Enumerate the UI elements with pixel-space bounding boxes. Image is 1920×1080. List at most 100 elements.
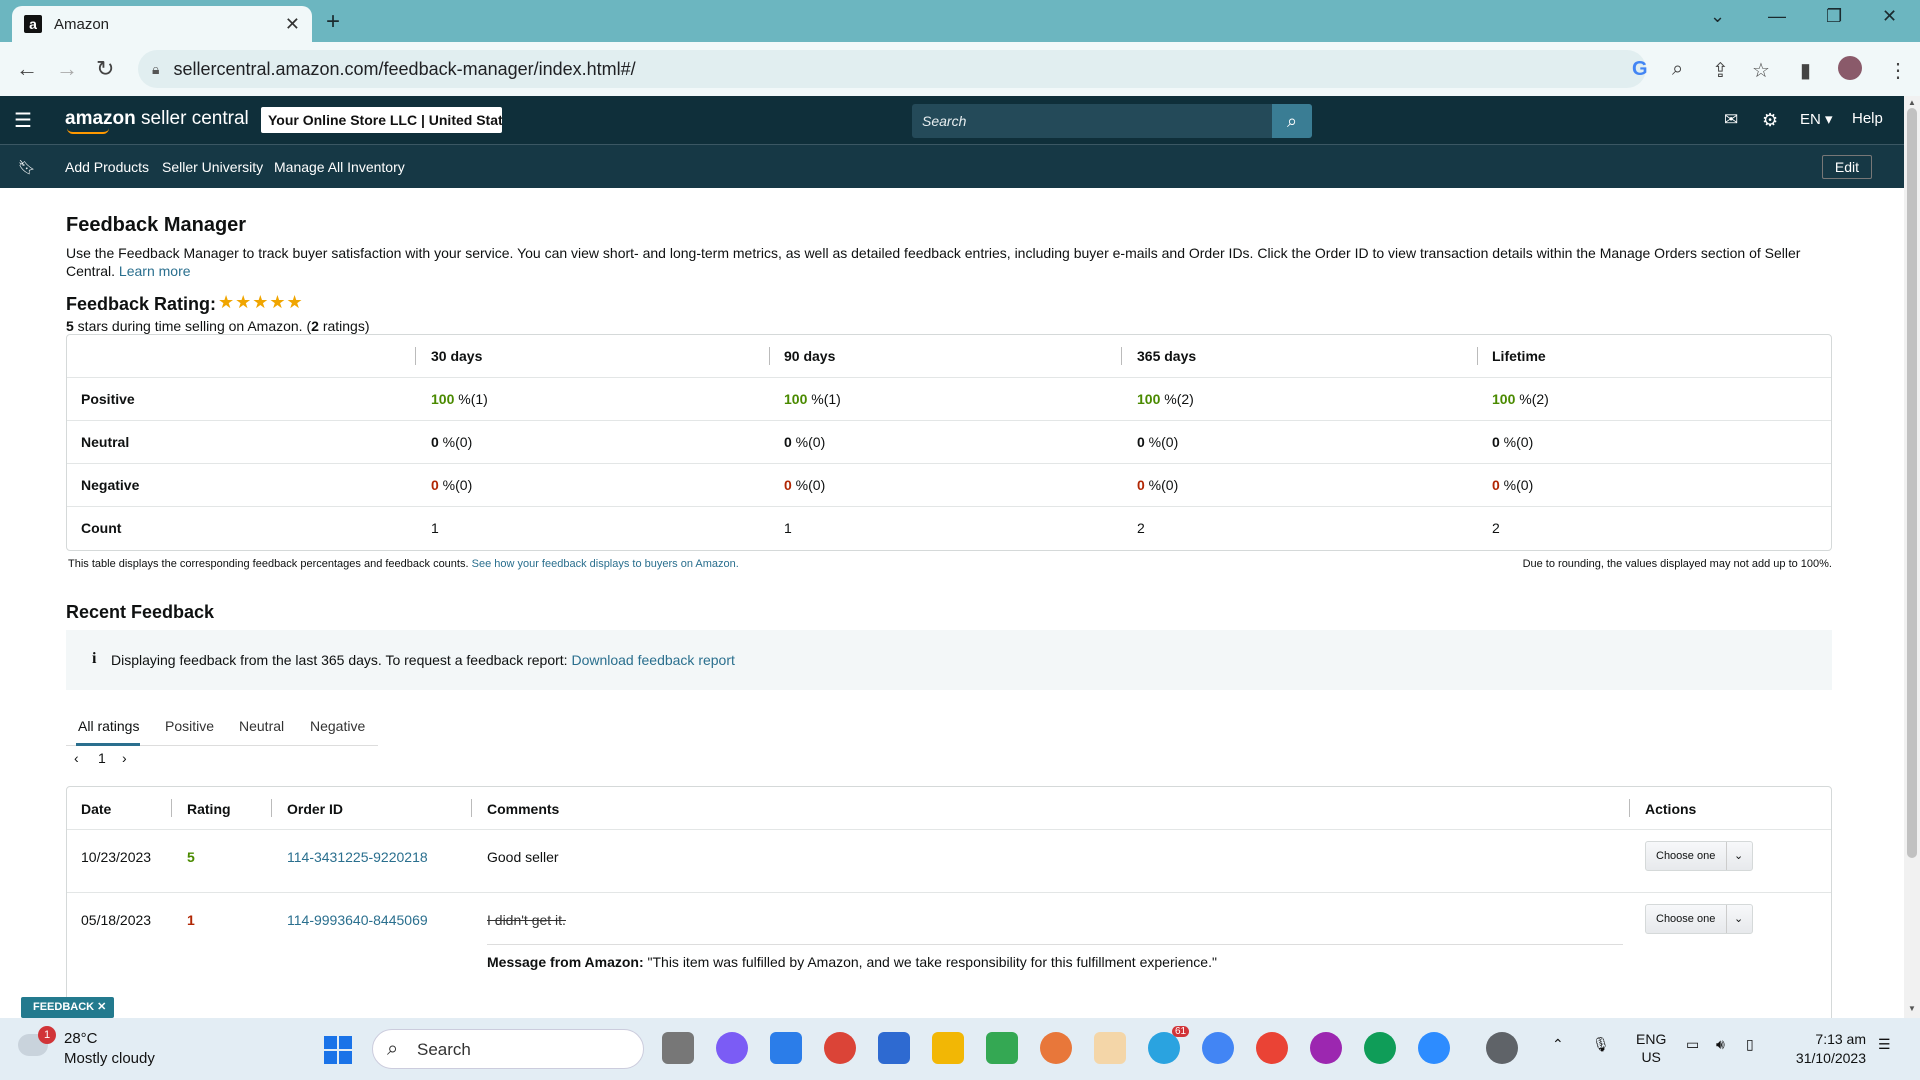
meet-icon[interactable]	[986, 1032, 1018, 1064]
search-input[interactable]	[912, 104, 1272, 138]
zoom-icon[interactable]: ⌕	[1672, 58, 1683, 81]
share-icon[interactable]: ⇪	[1712, 58, 1729, 83]
messenger-icon[interactable]	[716, 1032, 748, 1064]
address-bar[interactable]: 🔒︎ sellercentral.amazon.com/feedback-man…	[138, 50, 1646, 88]
action-dropdown[interactable]: Choose one ⌄	[1645, 904, 1753, 934]
tab-all-ratings[interactable]: All ratings	[78, 718, 139, 734]
browser-menu-icon[interactable]: ⋮	[1888, 58, 1908, 83]
chevron-down-icon: ⌄	[1734, 850, 1744, 862]
taskbar-search[interactable]: ⌕ Search	[372, 1029, 644, 1069]
next-page-icon[interactable]: ›	[122, 750, 127, 766]
metrics-header-row: 30 days 90 days 365 days Lifetime	[67, 335, 1831, 378]
action-dropdown[interactable]: Choose one ⌄	[1645, 841, 1753, 871]
page-scrollbar[interactable]: ▲ ▼	[1904, 96, 1920, 1018]
chrome-profile-icon[interactable]	[1310, 1032, 1342, 1064]
bookmark-star-icon[interactable]: ☆	[1752, 58, 1770, 83]
windows-start-icon[interactable]	[324, 1036, 352, 1064]
nav-add-products[interactable]: Add Products	[65, 159, 149, 175]
file-explorer-icon[interactable]	[932, 1032, 964, 1064]
minimize-icon[interactable]: —	[1768, 6, 1786, 27]
amazon-smile-icon	[67, 128, 109, 134]
network-icon[interactable]: ▭	[1686, 1036, 1699, 1053]
profile-avatar[interactable]	[1838, 56, 1862, 80]
hamburger-menu-icon[interactable]: ☰	[14, 108, 32, 133]
search-icon[interactable]: ⌕	[1272, 104, 1312, 138]
nav-seller-university[interactable]: Seller University	[162, 159, 263, 175]
feedback-tag-button[interactable]: FEEDBACK ✕	[21, 997, 114, 1018]
amazon-message: Message from Amazon: "This item was fulf…	[487, 954, 1217, 970]
gear-icon[interactable]: ⚙	[1762, 110, 1778, 131]
task-view-icon[interactable]	[662, 1032, 694, 1064]
google-icon[interactable]: G	[1632, 58, 1648, 81]
chrome-profile-icon[interactable]	[1364, 1032, 1396, 1064]
restore-icon[interactable]: ❐	[1826, 6, 1842, 27]
chrome-profile-icon[interactable]	[1040, 1032, 1072, 1064]
chrome-profile-icon[interactable]	[1256, 1032, 1288, 1064]
shortcut-nav: 🔖︎ Add Products Seller University Manage…	[0, 144, 1904, 188]
col-lifetime: Lifetime	[1492, 348, 1546, 364]
close-tab-icon[interactable]: ✕	[285, 14, 300, 35]
app-icon[interactable]	[1094, 1032, 1126, 1064]
learn-more-link[interactable]: Learn more	[119, 263, 191, 279]
seller-central-logo[interactable]: amazon seller central	[65, 108, 249, 134]
clock[interactable]: 7:13 am 31/10/2023	[1786, 1030, 1866, 1068]
lock-icon: 🔒︎	[152, 60, 160, 77]
feedback-rating-label: Feedback Rating:	[66, 294, 217, 314]
language-indicator[interactable]: ENG US	[1636, 1030, 1666, 1066]
microphone-icon[interactable]: 🎙︎	[1592, 1036, 1610, 1053]
struck-comment: I didn't get it.	[487, 912, 566, 928]
order-id-link[interactable]: 114-3431225-9220218	[287, 849, 428, 865]
back-icon[interactable]: ←	[16, 56, 38, 82]
amazon-favicon-icon: a	[24, 15, 42, 33]
volume-icon[interactable]: 🔊︎	[1716, 1036, 1725, 1053]
new-tab-icon[interactable]: +	[326, 8, 340, 36]
feedback-header-row: Date Rating Order ID Comments Actions	[67, 787, 1831, 830]
battery-icon[interactable]: ▯	[1746, 1036, 1754, 1053]
metrics-row-neutral: Neutral 0 %(0) 0 %(0) 0 %(0) 0 %(0)	[67, 421, 1831, 464]
tab-positive[interactable]: Positive	[165, 718, 214, 734]
taskbar: 1 28°C Mostly cloudy ⌕ Search 61 ⌃ 🎙︎ EN…	[0, 1018, 1920, 1080]
prev-page-icon[interactable]: ‹	[74, 750, 79, 766]
language-selector[interactable]: EN ▾	[1800, 110, 1833, 128]
forward-icon[interactable]: →	[56, 56, 78, 82]
chrome-profile-icon[interactable]	[1486, 1032, 1518, 1064]
tab-neutral[interactable]: Neutral	[239, 718, 284, 734]
notifications-icon[interactable]: ☰	[1878, 1036, 1891, 1053]
download-report-link[interactable]: Download feedback report	[571, 652, 734, 668]
current-page[interactable]: 1	[98, 750, 106, 766]
help-link[interactable]: Help	[1852, 110, 1883, 127]
scroll-thumb[interactable]	[1907, 108, 1917, 858]
side-panel-icon[interactable]: ▮	[1800, 58, 1811, 83]
zoom-icon[interactable]	[1418, 1032, 1450, 1064]
bookmark-icon[interactable]: 🔖︎	[18, 159, 36, 176]
rounding-note: Due to rounding, the values displayed ma…	[1522, 558, 1832, 570]
tab-search-icon[interactable]: ⌄	[1710, 6, 1725, 27]
mail-app-icon[interactable]	[770, 1032, 802, 1064]
nav-manage-inventory[interactable]: Manage All Inventory	[274, 159, 405, 175]
reload-icon[interactable]: ↻	[96, 56, 114, 82]
metrics-row-negative: Negative 0 %(0) 0 %(0) 0 %(0) 0 %(0)	[67, 464, 1831, 507]
scroll-down-icon[interactable]: ▼	[1908, 1004, 1916, 1013]
seller-central-header: ☰ amazon seller central Your Online Stor…	[0, 96, 1904, 144]
notepad-icon[interactable]	[878, 1032, 910, 1064]
col-365-days: 365 days	[1137, 348, 1197, 364]
browser-tab[interactable]: a Amazon ✕	[12, 6, 312, 42]
close-window-icon[interactable]: ✕	[1882, 6, 1897, 27]
chrome-profile-icon[interactable]	[1202, 1032, 1234, 1064]
mail-icon[interactable]: ✉	[1724, 110, 1738, 130]
recent-feedback-title: Recent Feedback	[66, 602, 215, 622]
buyer-view-link[interactable]: See how your feedback displays to buyers…	[472, 558, 739, 570]
page-description: Use the Feedback Manager to track buyer …	[66, 245, 1801, 279]
edit-button[interactable]: Edit	[1821, 155, 1872, 179]
active-tab-indicator	[76, 743, 140, 746]
notification-badge: 1	[38, 1026, 56, 1044]
search-icon: ⌕	[387, 1038, 399, 1060]
tab-negative[interactable]: Negative	[310, 718, 365, 734]
url-text: sellercentral.amazon.com/feedback-manage…	[173, 58, 636, 79]
chevron-down-icon: ⌄	[1734, 913, 1744, 925]
scroll-up-icon[interactable]: ▲	[1908, 98, 1916, 107]
show-hidden-icons-icon[interactable]: ⌃	[1552, 1036, 1564, 1053]
chrome-icon[interactable]	[824, 1032, 856, 1064]
store-selector[interactable]: Your Online Store LLC | United States	[261, 107, 502, 133]
order-id-link[interactable]: 114-9993640-8445069	[287, 912, 428, 928]
